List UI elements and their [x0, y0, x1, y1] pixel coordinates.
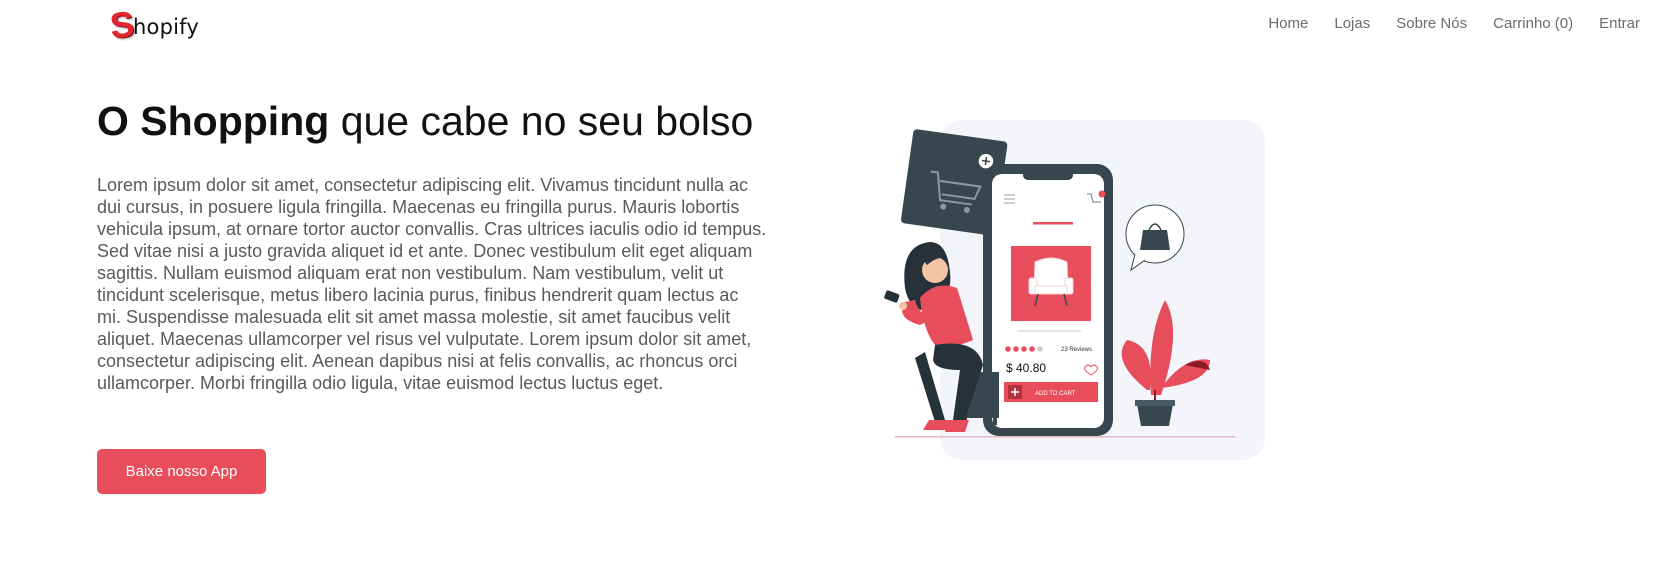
- hero-title: O Shopping que cabe no seu bolso: [97, 96, 753, 146]
- hero-title-bold: O Shopping: [97, 98, 330, 144]
- navbar: S hopify Home Lojas Sobre Nós Carrinho (…: [0, 0, 1678, 52]
- nav-links: Home Lojas Sobre Nós Carrinho (0) Entrar: [1242, 15, 1640, 32]
- armchair-icon: [1028, 257, 1074, 295]
- download-app-button[interactable]: Baixe nosso App: [97, 449, 266, 494]
- nav-link-entrar[interactable]: Entrar: [1599, 15, 1640, 32]
- brand-logo[interactable]: S hopify: [107, 2, 199, 47]
- brand-logo-initial: S: [107, 2, 137, 47]
- product-price: $ 40.80: [1006, 361, 1046, 375]
- add-to-cart-label: ADD TO CART: [1035, 391, 1076, 397]
- nav-link-lojas[interactable]: Lojas: [1334, 15, 1370, 32]
- phone-mockup: 23 Reviews $ 40.80 ADD TO CART: [983, 164, 1113, 436]
- hero-title-rest: que cabe no seu bolso: [329, 98, 754, 144]
- nav-link-carrinho[interactable]: Carrinho (0): [1493, 15, 1573, 32]
- brand-logo-text: hopify: [133, 15, 199, 39]
- floor-line: [895, 436, 1235, 438]
- hero-paragraph: Lorem ipsum dolor sit amet, consectetur …: [97, 175, 767, 393]
- shopping-illustration: 23 Reviews $ 40.80 ADD TO CART: [884, 120, 1265, 460]
- reviews-count: 23 Reviews: [1061, 347, 1092, 353]
- nav-link-sobre-nos[interactable]: Sobre Nós: [1396, 15, 1467, 32]
- nav-link-home[interactable]: Home: [1268, 15, 1308, 32]
